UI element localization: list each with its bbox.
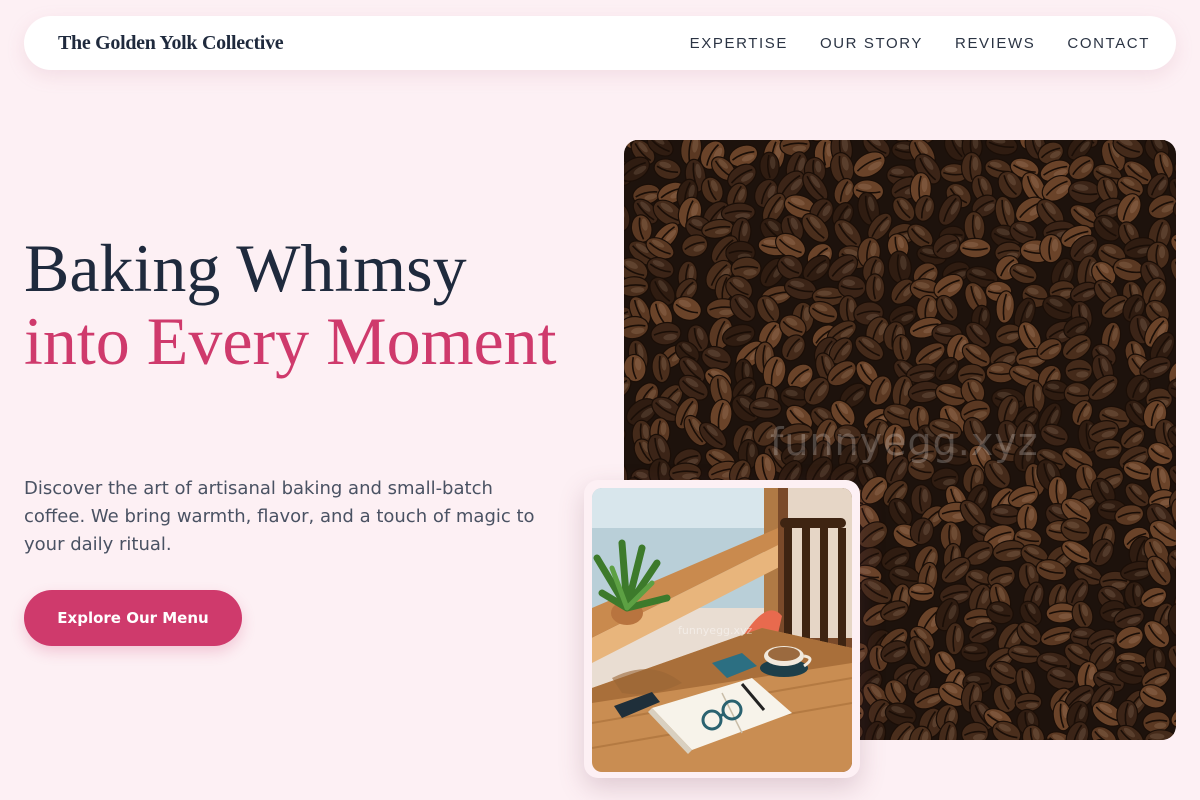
hero-title-line-2: into Every Moment bbox=[24, 303, 557, 379]
nav-links: EXPERTISE OUR STORY REVIEWS CONTACT bbox=[690, 35, 1150, 52]
brand-logo-text[interactable]: The Golden Yolk Collective bbox=[58, 32, 284, 55]
nav-link-contact[interactable]: CONTACT bbox=[1067, 35, 1150, 52]
cafe-photo-watermark: funnyegg.xyz bbox=[678, 624, 753, 637]
hero-description: Discover the art of artisanal baking and… bbox=[24, 478, 535, 555]
nav-link-expertise[interactable]: EXPERTISE bbox=[690, 35, 788, 52]
hero-title-line-1: Baking Whimsy bbox=[24, 230, 467, 306]
nav-link-reviews[interactable]: REVIEWS bbox=[955, 35, 1035, 52]
nav-link-our-story[interactable]: OUR STORY bbox=[820, 35, 923, 52]
cafe-table-photo: funnyegg.xyz bbox=[592, 488, 852, 772]
top-navbar: The Golden Yolk Collective EXPERTISE OUR… bbox=[24, 16, 1176, 70]
cafe-photo-card: funnyegg.xyz bbox=[584, 480, 860, 778]
explore-menu-button[interactable]: Explore Our Menu bbox=[24, 590, 242, 646]
hero-title: Baking Whimsy into Every Moment bbox=[24, 232, 584, 378]
